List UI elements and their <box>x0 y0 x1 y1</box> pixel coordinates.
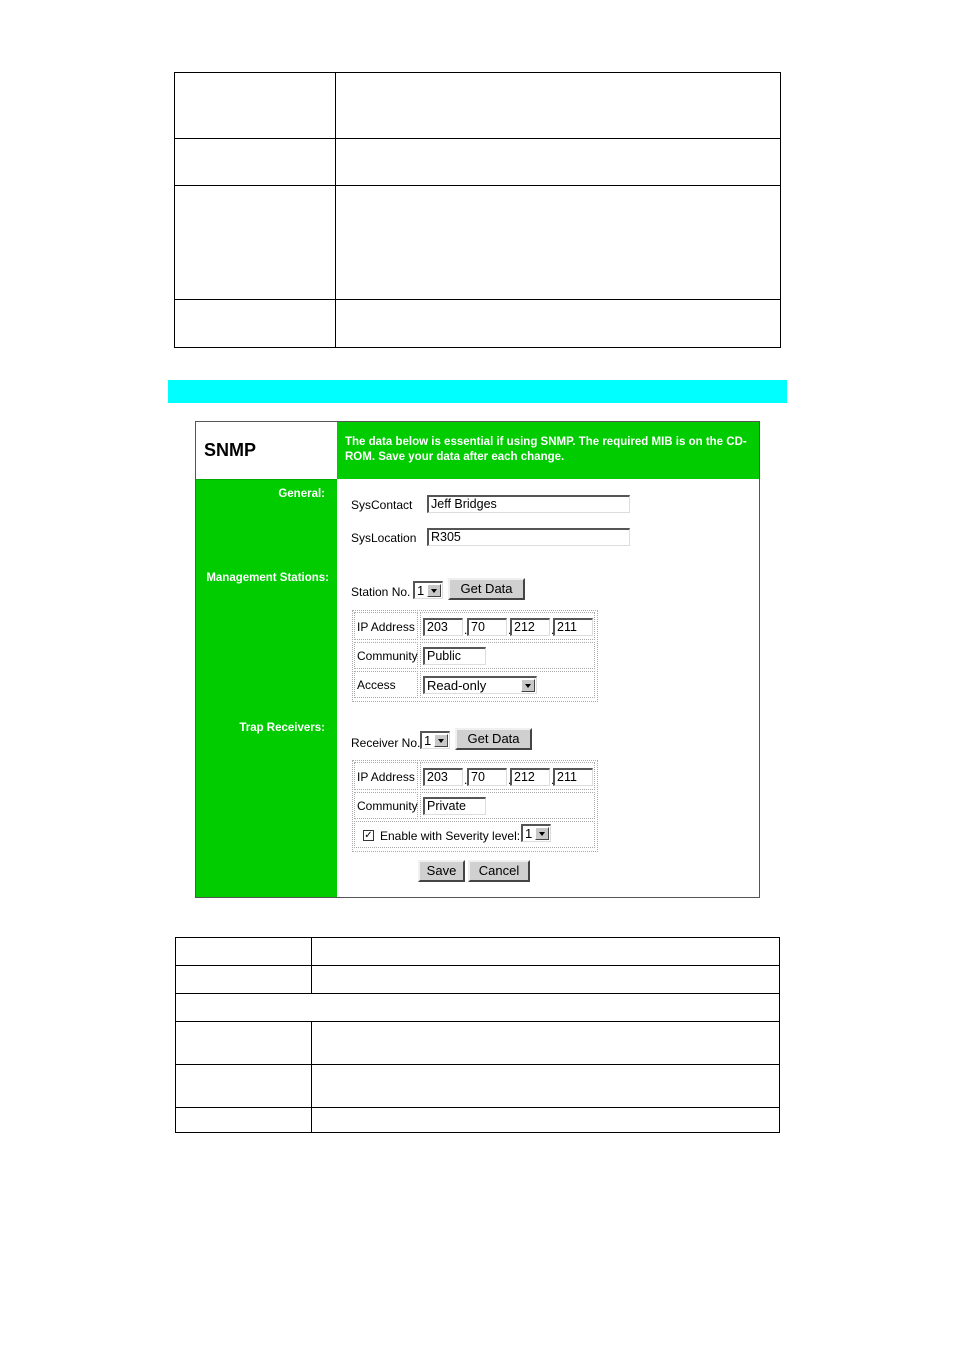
table-cell <box>335 299 781 348</box>
table-cell <box>175 1064 312 1108</box>
station-no-label: Station No. <box>351 585 411 599</box>
syscontact-label: SysContact <box>351 498 413 512</box>
ip-input-cell: 203 . 70 . 212 . 211 <box>420 612 595 640</box>
community-input[interactable]: Public <box>423 647 486 665</box>
save-button[interactable]: Save <box>418 860 465 882</box>
severity-select[interactable]: 1 <box>521 824 551 842</box>
community-label-cell: Community <box>354 642 418 669</box>
ip-octet-1[interactable]: 203 <box>423 618 463 636</box>
panel-title-cell: SNMP <box>196 422 337 480</box>
table-cell <box>335 185 781 300</box>
community-input[interactable]: Private <box>423 797 486 815</box>
table-cell <box>175 1021 312 1065</box>
table-cell <box>311 937 780 966</box>
page-title: SNMP <box>204 440 257 460</box>
chevron-down-icon <box>535 827 549 840</box>
syslocation-input[interactable]: R305 <box>427 528 630 546</box>
table-cell <box>175 937 312 966</box>
table-cell <box>311 1021 780 1065</box>
ip-octet-4[interactable]: 211 <box>553 618 593 636</box>
ip-label-cell: IP Address <box>354 612 418 640</box>
enable-severity-checkbox[interactable]: ✓ <box>363 830 374 841</box>
station-no-select[interactable]: 1 <box>413 581 443 599</box>
panel-description: The data below is essential if using SNM… <box>345 436 747 463</box>
table-cell <box>311 1064 780 1108</box>
syslocation-label: SysLocation <box>351 531 417 545</box>
ip-octet-3[interactable]: 212 <box>510 618 550 636</box>
ip-octet-2[interactable]: 70 <box>467 618 507 636</box>
table-cell <box>174 299 336 348</box>
table-cell <box>335 138 781 186</box>
access-value: Read-only <box>427 678 487 693</box>
receiver-no-label: Receiver No. <box>351 736 421 750</box>
table-cell <box>311 965 780 994</box>
ip-address-label: IP Address <box>357 770 415 784</box>
trap-receiver-fields: IP Address 203 . 70 . 212 . 211 Communit… <box>352 760 598 852</box>
ip-octet-4[interactable]: 211 <box>553 768 593 786</box>
table-cell <box>175 993 780 1022</box>
ip-label-cell: IP Address <box>354 762 418 790</box>
section-label-trap-receivers: Trap Receivers: <box>239 722 325 734</box>
community-input-cell: Private <box>420 792 595 819</box>
ip-octet-1[interactable]: 203 <box>423 768 463 786</box>
table-cell <box>175 1107 312 1133</box>
ip-octet-3[interactable]: 212 <box>510 768 550 786</box>
panel-header: The data below is essential if using SNM… <box>337 422 759 479</box>
community-label: Community <box>357 649 418 663</box>
table-cell <box>174 138 336 186</box>
table-cell <box>335 72 781 139</box>
section-heading-bar <box>168 380 787 403</box>
chevron-down-icon <box>427 584 441 597</box>
snmp-panel: SNMP The data below is essential if usin… <box>195 421 760 898</box>
access-input-cell: Read-only <box>420 671 595 698</box>
community-label-cell: Community <box>354 792 418 819</box>
severity-value: 1 <box>525 826 533 841</box>
management-station-fields: IP Address 203 . 70 . 212 . 211 Communit… <box>352 610 598 702</box>
syscontact-input[interactable]: Jeff Bridges <box>427 495 630 513</box>
receiver-no-select[interactable]: 1 <box>420 731 450 749</box>
top-description-table <box>174 72 781 348</box>
receiver-no-value: 1 <box>424 733 432 748</box>
community-input-cell: Public <box>420 642 595 669</box>
section-label-general: General: <box>278 488 325 500</box>
table-cell <box>175 965 312 994</box>
table-cell <box>174 72 336 139</box>
section-label-management-stations: Management Stations: <box>206 572 329 584</box>
ip-octet-2[interactable]: 70 <box>467 768 507 786</box>
enable-severity-cell: ✓ Enable with Severity level: 1 <box>354 821 595 848</box>
chevron-down-icon <box>521 679 535 692</box>
cancel-button[interactable]: Cancel <box>468 860 530 882</box>
access-label: Access <box>357 678 396 692</box>
chevron-down-icon <box>434 734 448 747</box>
enable-severity-label: Enable with Severity level: <box>380 829 521 843</box>
bottom-description-table <box>175 937 780 1133</box>
access-label-cell: Access <box>354 671 418 698</box>
table-cell <box>174 185 336 300</box>
table-cell <box>311 1107 780 1133</box>
ip-address-label: IP Address <box>357 620 415 634</box>
station-no-value: 1 <box>417 583 425 598</box>
receiver-get-data-button[interactable]: Get Data <box>455 728 532 750</box>
ip-input-cell: 203 . 70 . 212 . 211 <box>420 762 595 790</box>
station-get-data-button[interactable]: Get Data <box>448 578 525 600</box>
community-label: Community <box>357 799 418 813</box>
access-select[interactable]: Read-only <box>423 676 537 694</box>
